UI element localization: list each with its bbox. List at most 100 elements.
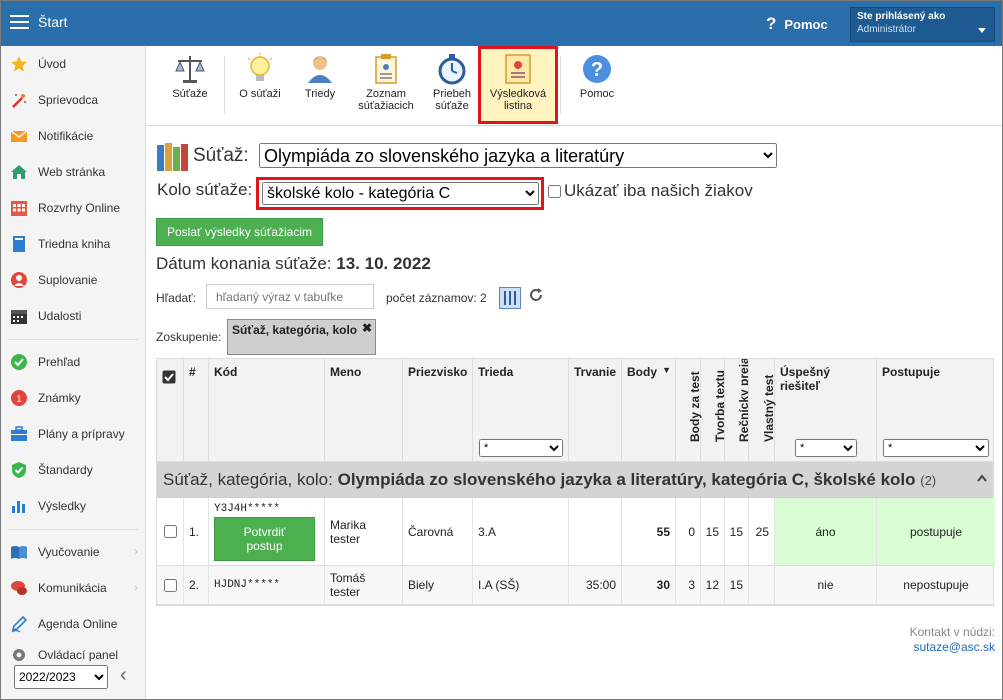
sidebar-item-triedna-kniha[interactable]: Triedna kniha	[0, 226, 146, 262]
col-points[interactable]: Body ▼	[622, 359, 676, 462]
sidebar-item-uvod[interactable]: Úvod	[0, 46, 146, 82]
row-advances: postupuje	[877, 498, 995, 565]
sidebar-item-standardy[interactable]: Štandardy	[0, 452, 146, 488]
sidebar-item-plany[interactable]: Plány a prípravy	[0, 416, 146, 452]
sidebar-item-znamky[interactable]: 1 Známky	[0, 380, 146, 416]
columns-icon[interactable]	[499, 287, 521, 309]
caret-down-icon	[978, 28, 986, 33]
grouping-label: Zoskupenie:	[156, 330, 222, 344]
grouping-chip[interactable]: Súťaž, kategória, kolo ✖	[227, 319, 376, 355]
lightbulb-icon	[243, 52, 277, 86]
col-advances[interactable]: Postupuje *	[877, 359, 995, 462]
sidebar-item-suplovanie[interactable]: Suplovanie	[0, 262, 146, 298]
col-text[interactable]: Tvorba textu	[701, 359, 727, 462]
toolbar-divider	[560, 56, 561, 114]
table-row[interactable]: 2. HJDNJ***** Tomáš tester Biely I.A (SŠ)…	[157, 566, 993, 605]
col-code[interactable]: Kód	[209, 359, 325, 462]
row-surname: Biely	[403, 566, 473, 604]
row-speech: 15	[725, 566, 749, 604]
school-year-select[interactable]: 2022/2023	[14, 665, 108, 689]
sidebar-item-rozvrhy[interactable]: Rozvrhy Online	[0, 190, 146, 226]
app-title[interactable]: Štart	[38, 14, 68, 30]
table-row[interactable]: 1. Y3J4H***** Potvrdiť postup Marika teste…	[157, 498, 995, 566]
row-speech: 15	[725, 498, 749, 565]
success-filter-select[interactable]: *	[795, 439, 857, 457]
col-speech[interactable]: Rečnícky prejav	[725, 359, 749, 462]
grade-icon: 1	[10, 389, 28, 407]
scales-icon	[173, 52, 207, 86]
open-book-icon	[10, 543, 28, 561]
advances-filter-select[interactable]: *	[883, 439, 989, 457]
person-avatar-icon	[303, 52, 337, 86]
gear-icon	[10, 646, 28, 664]
person-icon	[10, 271, 28, 289]
row-points-test: 0	[676, 498, 701, 565]
row-checkbox-cell	[157, 566, 184, 604]
toolbar-o-sutazi-button[interactable]: O súťaži	[233, 52, 287, 120]
toolbar-sutaze-button[interactable]: Súťaže	[161, 52, 219, 120]
toolbar-zoznam-button[interactable]: Zoznam súťažiacich	[349, 52, 423, 120]
toolbar: Súťaže O súťaži Triedy Zoznam súťažiacic…	[147, 46, 1002, 126]
toolbar-triedy-button[interactable]: Triedy	[295, 52, 345, 120]
sidebar-item-vyucovanie[interactable]: Vyučovanie ›	[0, 534, 146, 570]
sidebar-item-notifikacie[interactable]: Notifikácie	[0, 118, 146, 154]
col-name[interactable]: Meno	[325, 359, 403, 462]
collapse-group-icon[interactable]	[977, 474, 987, 482]
shield-check-icon	[10, 461, 28, 479]
help-link[interactable]: ? Pomoc	[766, 14, 828, 34]
class-filter-select[interactable]: *	[479, 439, 563, 457]
row-own-test	[749, 566, 775, 604]
round-select[interactable]: školské kolo - kategória C	[262, 182, 539, 205]
toolbar-vysledkova-listina-button[interactable]: Výsledková listina	[478, 46, 558, 124]
toolbar-priebeh-button[interactable]: Priebeh súťaže	[427, 52, 477, 120]
book-icon	[10, 235, 28, 253]
row-class: I.A (SŠ)	[473, 566, 569, 604]
sidebar-item-sprievodca[interactable]: Sprievodca	[0, 82, 146, 118]
sidebar-divider	[8, 529, 138, 530]
confirm-advance-button[interactable]: Potvrdiť postup	[214, 516, 315, 561]
send-results-button[interactable]: Poslať výsledky súťažiacim	[156, 218, 323, 246]
col-points-test[interactable]: Body za test	[676, 359, 702, 462]
contact-email-link[interactable]: sutaze@asc.sk	[910, 640, 995, 655]
select-all-checkbox[interactable]	[162, 370, 176, 384]
row-checkbox[interactable]	[163, 525, 177, 538]
table-header: # Kód Meno Priezvisko Trieda * Trvanie B…	[157, 359, 993, 462]
contest-select[interactable]: Olympiáda zo slovenského jazyka a litera…	[259, 143, 777, 168]
only-ours-checkbox-label[interactable]: Ukázať iba našich žiakov	[548, 181, 753, 201]
search-input[interactable]	[206, 284, 374, 309]
col-class[interactable]: Trieda *	[473, 359, 569, 462]
check-circle-icon	[10, 353, 28, 371]
user-menu[interactable]: Ste prihlásený ako Administrátor	[850, 7, 995, 42]
row-duration: 35:00	[569, 566, 622, 604]
hamburger-menu-icon[interactable]	[10, 15, 29, 30]
search-label: Hľadať:	[156, 291, 197, 305]
row-surname: Čarovná	[403, 498, 473, 565]
col-surname[interactable]: Priezvisko	[403, 359, 473, 462]
sidebar-item-udalosti[interactable]: Udalosti	[0, 298, 146, 334]
col-own-test[interactable]: Vlastný test	[749, 359, 776, 462]
close-icon[interactable]: ✖	[362, 321, 372, 335]
row-checkbox[interactable]	[163, 578, 177, 592]
sidebar-item-web[interactable]: Web stránka	[0, 154, 146, 190]
group-row[interactable]: Súťaž, kategória, kolo: Olympiáda zo slo…	[157, 462, 993, 498]
sidebar-item-agenda[interactable]: Agenda Online	[0, 606, 146, 642]
home-icon	[10, 163, 28, 181]
row-success: áno	[775, 498, 877, 565]
col-success[interactable]: Úspešný riešiteľ *	[775, 359, 877, 462]
record-count: počet záznamov: 2	[386, 291, 487, 305]
sidebar-item-komunikacia[interactable]: Komunikácia ›	[0, 570, 146, 606]
contest-date: Dátum konania súťaže: 13. 10. 2022	[156, 254, 431, 273]
main-content: Súťaž: Olympiáda zo slovenského jazyka a…	[147, 127, 1002, 700]
col-num[interactable]: #	[184, 359, 209, 462]
sidebar-item-prehlad[interactable]: Prehľad	[0, 344, 146, 380]
magic-wand-icon	[10, 91, 28, 109]
toolbar-pomoc-button[interactable]: ? Pomoc	[571, 52, 623, 120]
sidebar-item-vysledky[interactable]: Výsledky	[0, 488, 146, 524]
collapse-sidebar-icon[interactable]: ‹	[120, 664, 127, 687]
refresh-icon[interactable]	[528, 287, 544, 303]
top-bar: Štart ? Pomoc Ste prihlásený ako Administ…	[0, 0, 1003, 46]
col-duration[interactable]: Trvanie	[569, 359, 622, 462]
row-advances: nepostupuje	[903, 578, 969, 592]
row-points: 30	[622, 566, 676, 604]
only-ours-checkbox[interactable]	[548, 184, 561, 198]
